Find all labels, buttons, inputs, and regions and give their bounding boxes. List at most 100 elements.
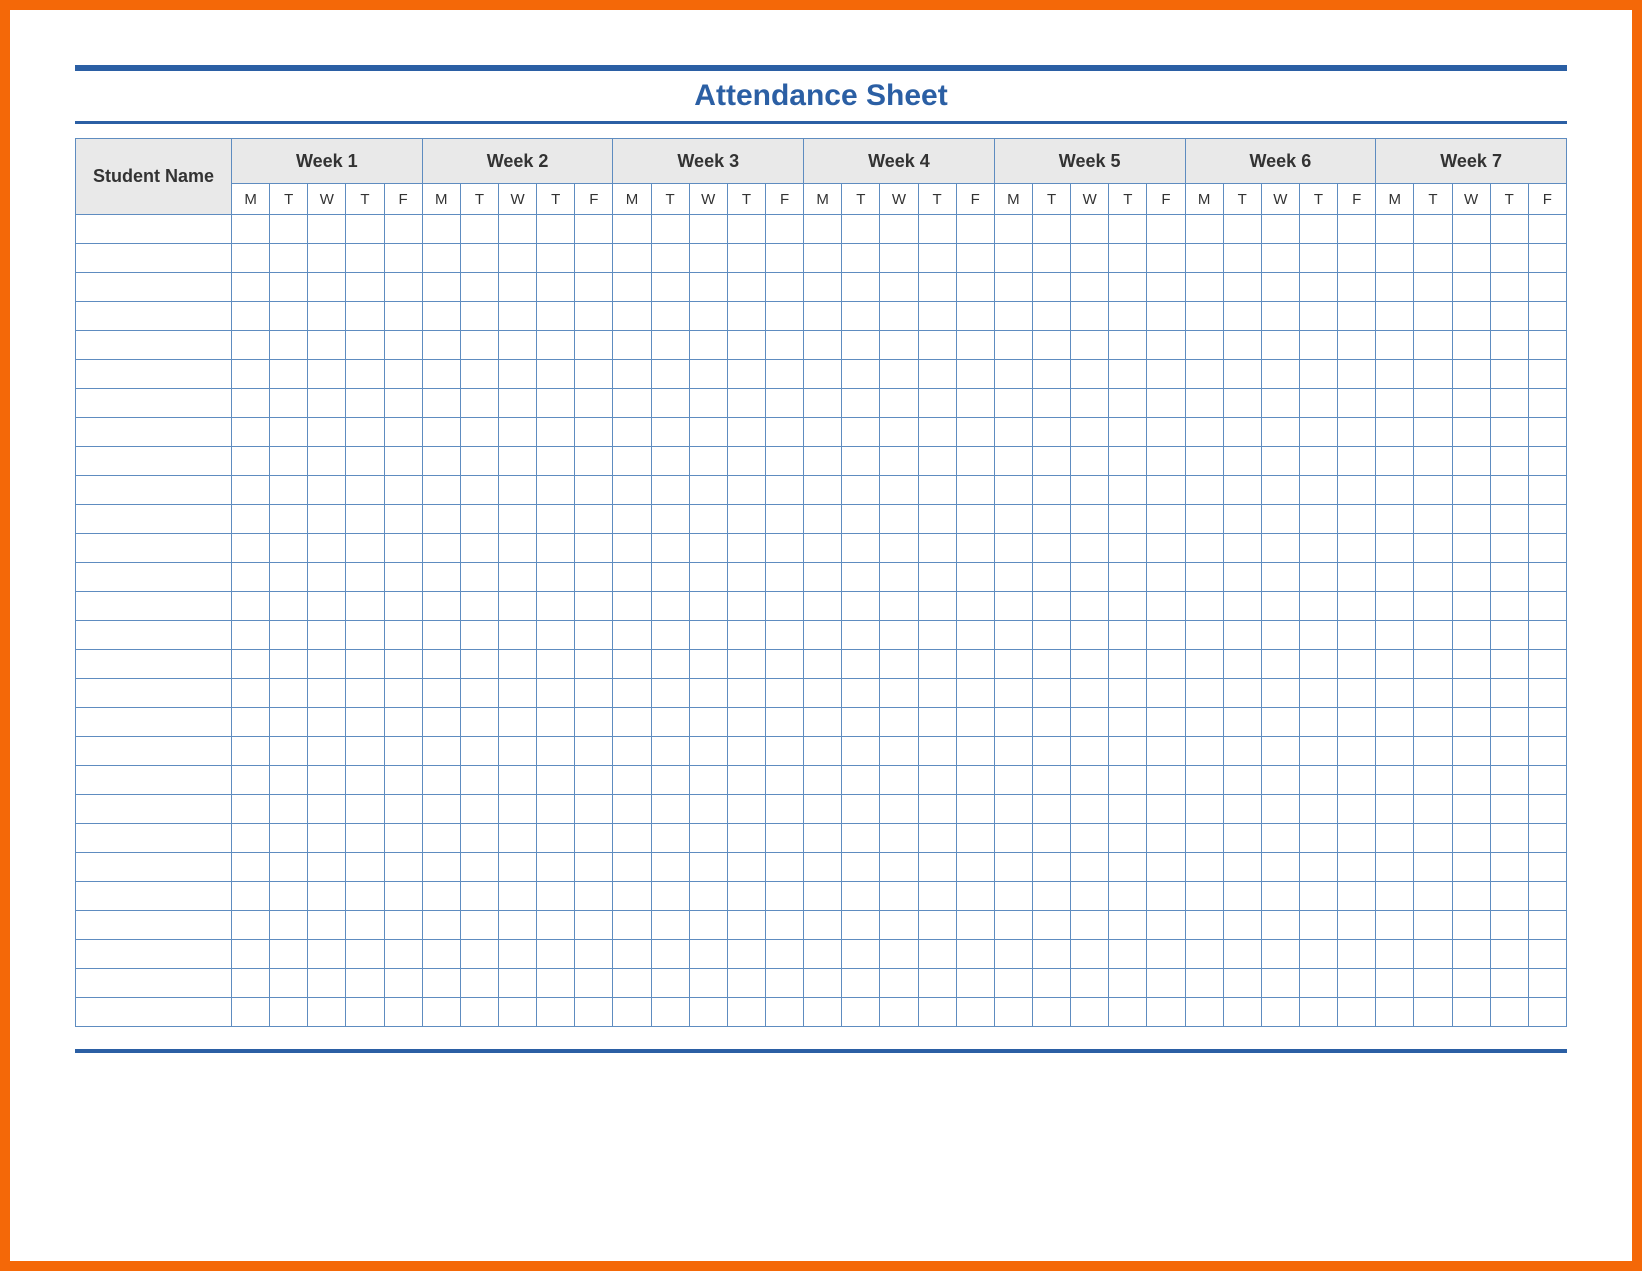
attendance-cell[interactable]	[880, 998, 918, 1027]
attendance-cell[interactable]	[1071, 215, 1109, 244]
attendance-cell[interactable]	[1261, 505, 1299, 534]
attendance-cell[interactable]	[994, 679, 1032, 708]
attendance-cell[interactable]	[1261, 244, 1299, 273]
attendance-cell[interactable]	[1223, 679, 1261, 708]
attendance-cell[interactable]	[537, 215, 575, 244]
attendance-cell[interactable]	[1376, 911, 1414, 940]
attendance-cell[interactable]	[1299, 447, 1337, 476]
attendance-cell[interactable]	[804, 273, 842, 302]
attendance-cell[interactable]	[1338, 302, 1376, 331]
attendance-cell[interactable]	[270, 418, 308, 447]
attendance-cell[interactable]	[956, 853, 994, 882]
student-name-cell[interactable]	[76, 505, 232, 534]
attendance-cell[interactable]	[537, 505, 575, 534]
attendance-cell[interactable]	[880, 621, 918, 650]
attendance-cell[interactable]	[1185, 534, 1223, 563]
attendance-cell[interactable]	[1223, 911, 1261, 940]
attendance-cell[interactable]	[765, 592, 803, 621]
attendance-cell[interactable]	[1261, 824, 1299, 853]
attendance-cell[interactable]	[498, 389, 536, 418]
attendance-cell[interactable]	[232, 505, 270, 534]
attendance-cell[interactable]	[880, 273, 918, 302]
attendance-cell[interactable]	[575, 853, 613, 882]
attendance-cell[interactable]	[689, 708, 727, 737]
attendance-cell[interactable]	[1414, 476, 1452, 505]
attendance-cell[interactable]	[1376, 766, 1414, 795]
attendance-cell[interactable]	[346, 824, 384, 853]
attendance-cell[interactable]	[384, 418, 422, 447]
attendance-cell[interactable]	[575, 505, 613, 534]
attendance-cell[interactable]	[232, 592, 270, 621]
attendance-cell[interactable]	[575, 563, 613, 592]
attendance-cell[interactable]	[270, 969, 308, 998]
attendance-cell[interactable]	[537, 273, 575, 302]
attendance-cell[interactable]	[651, 389, 689, 418]
attendance-cell[interactable]	[804, 592, 842, 621]
attendance-cell[interactable]	[575, 824, 613, 853]
attendance-cell[interactable]	[765, 447, 803, 476]
attendance-cell[interactable]	[613, 273, 651, 302]
attendance-cell[interactable]	[422, 389, 460, 418]
attendance-cell[interactable]	[613, 331, 651, 360]
attendance-cell[interactable]	[384, 360, 422, 389]
attendance-cell[interactable]	[1338, 679, 1376, 708]
attendance-cell[interactable]	[308, 679, 346, 708]
attendance-cell[interactable]	[1261, 331, 1299, 360]
attendance-cell[interactable]	[1071, 853, 1109, 882]
student-name-cell[interactable]	[76, 766, 232, 795]
attendance-cell[interactable]	[956, 998, 994, 1027]
attendance-cell[interactable]	[1147, 215, 1185, 244]
attendance-cell[interactable]	[1452, 737, 1490, 766]
attendance-cell[interactable]	[1414, 331, 1452, 360]
attendance-cell[interactable]	[460, 795, 498, 824]
attendance-cell[interactable]	[804, 766, 842, 795]
attendance-cell[interactable]	[918, 273, 956, 302]
attendance-cell[interactable]	[460, 447, 498, 476]
attendance-cell[interactable]	[1490, 244, 1528, 273]
attendance-cell[interactable]	[689, 360, 727, 389]
attendance-cell[interactable]	[689, 244, 727, 273]
attendance-cell[interactable]	[384, 882, 422, 911]
attendance-cell[interactable]	[651, 737, 689, 766]
attendance-cell[interactable]	[460, 215, 498, 244]
attendance-cell[interactable]	[537, 766, 575, 795]
attendance-cell[interactable]	[651, 331, 689, 360]
attendance-cell[interactable]	[842, 592, 880, 621]
attendance-cell[interactable]	[1414, 360, 1452, 389]
attendance-cell[interactable]	[308, 882, 346, 911]
attendance-cell[interactable]	[1109, 621, 1147, 650]
attendance-cell[interactable]	[1299, 244, 1337, 273]
attendance-cell[interactable]	[1376, 824, 1414, 853]
attendance-cell[interactable]	[308, 708, 346, 737]
attendance-cell[interactable]	[575, 708, 613, 737]
attendance-cell[interactable]	[842, 621, 880, 650]
attendance-cell[interactable]	[308, 360, 346, 389]
attendance-cell[interactable]	[880, 650, 918, 679]
attendance-cell[interactable]	[918, 621, 956, 650]
attendance-cell[interactable]	[1299, 911, 1337, 940]
attendance-cell[interactable]	[232, 882, 270, 911]
attendance-cell[interactable]	[1452, 215, 1490, 244]
attendance-cell[interactable]	[1414, 853, 1452, 882]
attendance-cell[interactable]	[804, 534, 842, 563]
attendance-cell[interactable]	[346, 302, 384, 331]
attendance-cell[interactable]	[1223, 389, 1261, 418]
attendance-cell[interactable]	[460, 476, 498, 505]
attendance-cell[interactable]	[727, 969, 765, 998]
attendance-cell[interactable]	[1185, 563, 1223, 592]
attendance-cell[interactable]	[994, 215, 1032, 244]
attendance-cell[interactable]	[460, 534, 498, 563]
attendance-cell[interactable]	[1490, 882, 1528, 911]
attendance-cell[interactable]	[537, 331, 575, 360]
attendance-cell[interactable]	[498, 476, 536, 505]
attendance-cell[interactable]	[1223, 534, 1261, 563]
attendance-cell[interactable]	[765, 244, 803, 273]
attendance-cell[interactable]	[384, 853, 422, 882]
attendance-cell[interactable]	[498, 447, 536, 476]
attendance-cell[interactable]	[575, 476, 613, 505]
attendance-cell[interactable]	[918, 911, 956, 940]
attendance-cell[interactable]	[689, 824, 727, 853]
attendance-cell[interactable]	[232, 476, 270, 505]
attendance-cell[interactable]	[1261, 650, 1299, 679]
attendance-cell[interactable]	[1223, 273, 1261, 302]
